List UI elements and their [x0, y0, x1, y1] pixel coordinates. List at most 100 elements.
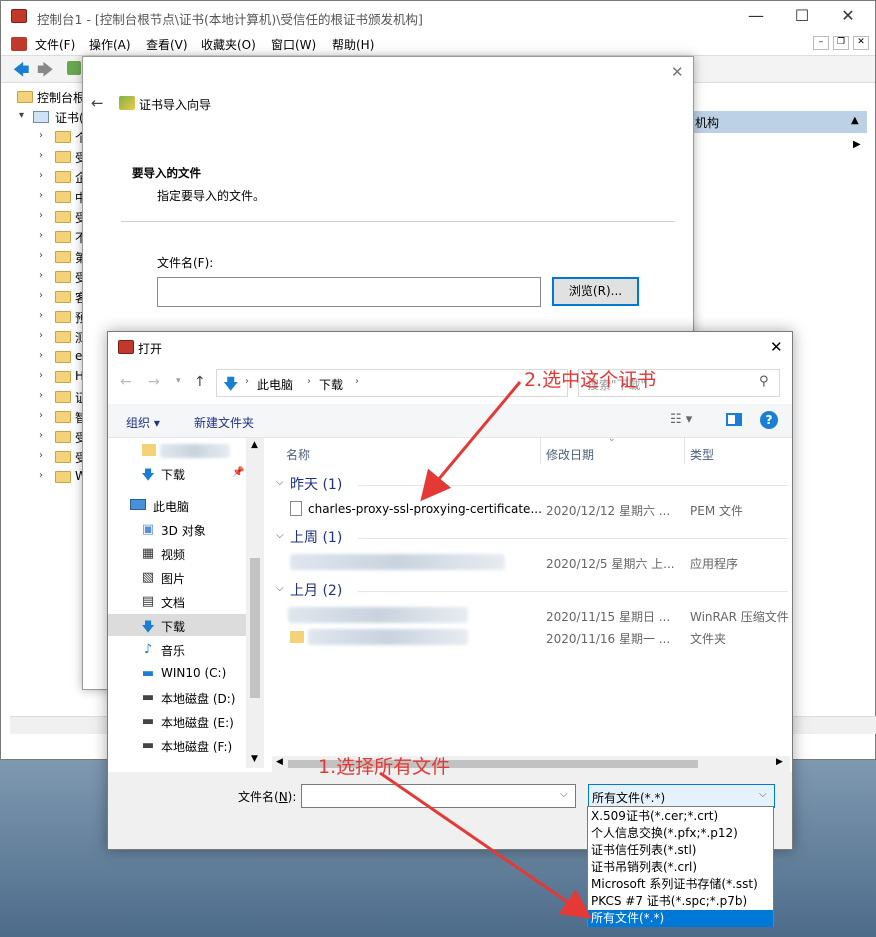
- collapse-up-icon[interactable]: ▲: [851, 115, 859, 126]
- view-options-icon[interactable]: ☷ ▾: [670, 412, 692, 427]
- up-arrow-icon[interactable]: ↑: [194, 374, 206, 390]
- chevron-right-icon[interactable]: ›: [39, 170, 43, 181]
- nav-item[interactable]: ▣ 3D 对象: [108, 518, 246, 540]
- scroll-up-icon[interactable]: ▲: [251, 440, 258, 450]
- file-type-option[interactable]: Microsoft 系列证书存储(*.sst): [588, 876, 773, 893]
- tree-item[interactable]: › 受: [9, 147, 87, 167]
- tree-item[interactable]: › H: [9, 367, 84, 387]
- child-minimize-icon[interactable]: –: [813, 36, 829, 50]
- tree-item[interactable]: › el: [9, 347, 86, 367]
- nav-item[interactable]: 🡇 下载: [108, 614, 246, 636]
- browse-button[interactable]: 浏览(R)...: [552, 277, 639, 306]
- tree-certificates[interactable]: ▾ 证书(: [9, 107, 84, 127]
- chevron-right-icon[interactable]: ›: [39, 230, 43, 241]
- tree-item[interactable]: › 智: [9, 407, 87, 427]
- back-arrow-icon[interactable]: 🡄: [13, 59, 30, 86]
- breadcrumb-this-pc[interactable]: 此电脑: [257, 376, 293, 393]
- tree-item[interactable]: › 受: [9, 267, 87, 287]
- column-type[interactable]: 类型: [690, 446, 714, 463]
- file-type-option[interactable]: X.509证书(*.cer;*.crt): [588, 808, 773, 825]
- file-row[interactable]: 2020/11/16 星期一 ... 文件夹: [274, 626, 790, 648]
- chevron-right-icon[interactable]: ›: [39, 190, 43, 201]
- recent-chevron-icon[interactable]: ▾: [176, 376, 181, 386]
- nav-item[interactable]: ▧ 图片: [108, 566, 246, 588]
- pin-icon[interactable]: 📌: [232, 467, 244, 478]
- tree-item[interactable]: › 受: [9, 427, 87, 447]
- group-collapse-icon[interactable]: ⌵: [276, 530, 284, 541]
- tree-item[interactable]: › 不: [9, 227, 87, 247]
- tree-item[interactable]: › 个: [9, 127, 87, 147]
- menu-window[interactable]: 窗口(W): [271, 36, 316, 53]
- chevron-right-icon[interactable]: ›: [39, 250, 43, 261]
- group-last-week[interactable]: 上周 (1): [290, 527, 342, 547]
- chevron-right-icon[interactable]: ›: [39, 330, 43, 341]
- tree-item[interactable]: › 证: [9, 387, 87, 407]
- column-date[interactable]: 修改日期: [546, 446, 594, 463]
- menu-action[interactable]: 操作(A): [89, 36, 131, 53]
- nav-item[interactable]: ▤ 文档: [108, 590, 246, 612]
- chevron-right-icon[interactable]: ›: [39, 410, 43, 421]
- tree-item[interactable]: › 预: [9, 307, 87, 327]
- forward-arrow-icon[interactable]: 🡆: [37, 59, 54, 86]
- mmc-title-bar[interactable]: 控制台1 - [控制台根节点\证书(本地计算机)\受信任的根证书颁发机构] — …: [1, 1, 875, 33]
- file-type-option[interactable]: 证书信任列表(*.stl): [588, 842, 773, 859]
- nav-item[interactable]: ♪ 音乐: [108, 638, 246, 660]
- nav-item[interactable]: ▬ 本地磁盘 (D:): [108, 686, 246, 708]
- file-name-input[interactable]: [157, 277, 541, 307]
- tree-item[interactable]: › 测: [9, 327, 87, 347]
- forward-arrow-icon[interactable]: →: [148, 374, 160, 390]
- organize-button[interactable]: 组织 ▾: [126, 414, 160, 431]
- preview-pane-icon[interactable]: [726, 413, 742, 426]
- minimize-icon[interactable]: —: [733, 1, 779, 33]
- chevron-down-icon[interactable]: ⌵: [560, 789, 568, 800]
- close-icon[interactable]: ✕: [770, 338, 783, 356]
- open-title-bar[interactable]: 打开 ✕: [108, 332, 792, 362]
- tree-item[interactable]: › 受: [9, 447, 87, 467]
- column-name[interactable]: 名称: [286, 446, 310, 463]
- file-type-option[interactable]: 证书吊销列表(*.crl): [588, 859, 773, 876]
- close-icon[interactable]: ✕: [671, 63, 684, 81]
- file-row[interactable]: 2020/11/15 星期日 ... WinRAR 压缩文件: [274, 604, 790, 626]
- close-icon[interactable]: ✕: [825, 1, 871, 33]
- chevron-right-icon[interactable]: ›: [39, 470, 43, 481]
- mmc-right-header[interactable]: 机构 ▲: [691, 111, 867, 133]
- tree-item[interactable]: › 客: [9, 287, 87, 307]
- search-icon[interactable]: ⚲: [759, 374, 769, 389]
- tree-item[interactable]: › W: [9, 467, 87, 487]
- nav-item[interactable]: ▬ 本地磁盘 (F:): [108, 734, 246, 756]
- tree-item[interactable]: › 企: [9, 167, 87, 187]
- breadcrumb-downloads[interactable]: 下载: [319, 376, 343, 393]
- menu-help[interactable]: 帮助(H): [332, 36, 374, 53]
- group-collapse-icon[interactable]: ⌵: [276, 583, 284, 594]
- chevron-down-icon[interactable]: ▾: [19, 110, 24, 121]
- tree-item[interactable]: › 第: [9, 247, 87, 267]
- back-arrow-icon[interactable]: ←: [91, 94, 104, 112]
- chevron-down-icon[interactable]: ⌵: [759, 789, 767, 800]
- up-folder-icon[interactable]: [67, 61, 81, 75]
- scroll-left-icon[interactable]: ◀: [276, 757, 283, 767]
- scroll-down-icon[interactable]: ▼: [251, 754, 258, 764]
- chevron-right-icon[interactable]: ›: [39, 270, 43, 281]
- file-type-select[interactable]: 所有文件(*.*) ⌵: [588, 784, 775, 808]
- nav-blurred-folder[interactable]: [108, 440, 246, 462]
- maximize-icon[interactable]: ☐: [779, 1, 825, 33]
- nav-item[interactable]: ▬ WIN10 (C:): [108, 662, 246, 684]
- scroll-right-icon[interactable]: ▶: [776, 757, 783, 767]
- expand-right-icon[interactable]: ▶: [853, 139, 861, 150]
- file-type-option[interactable]: PKCS #7 证书(*.spc;*.p7b): [588, 893, 773, 910]
- chevron-right-icon[interactable]: ›: [39, 450, 43, 461]
- chevron-right-icon[interactable]: ›: [39, 310, 43, 321]
- back-arrow-icon[interactable]: ←: [120, 374, 132, 390]
- nav-downloads-quick[interactable]: 🡇 下载 📌: [108, 462, 246, 484]
- file-type-option[interactable]: 个人信息交换(*.pfx;*.p12): [588, 825, 773, 842]
- scroll-thumb[interactable]: [250, 558, 260, 698]
- group-last-month[interactable]: 上月 (2): [290, 580, 342, 600]
- group-yesterday[interactable]: 昨天 (1): [290, 474, 342, 494]
- nav-item[interactable]: ▦ 视频: [108, 542, 246, 564]
- chevron-right-icon[interactable]: ›: [39, 150, 43, 161]
- nav-this-pc[interactable]: 此电脑: [108, 494, 246, 516]
- nav-item[interactable]: ▬ 本地磁盘 (E:): [108, 710, 246, 732]
- nav-scrollbar[interactable]: ▲ ▼: [246, 438, 264, 768]
- tree-console-root[interactable]: 控制台根: [9, 87, 85, 107]
- menu-file[interactable]: 文件(F): [35, 36, 75, 53]
